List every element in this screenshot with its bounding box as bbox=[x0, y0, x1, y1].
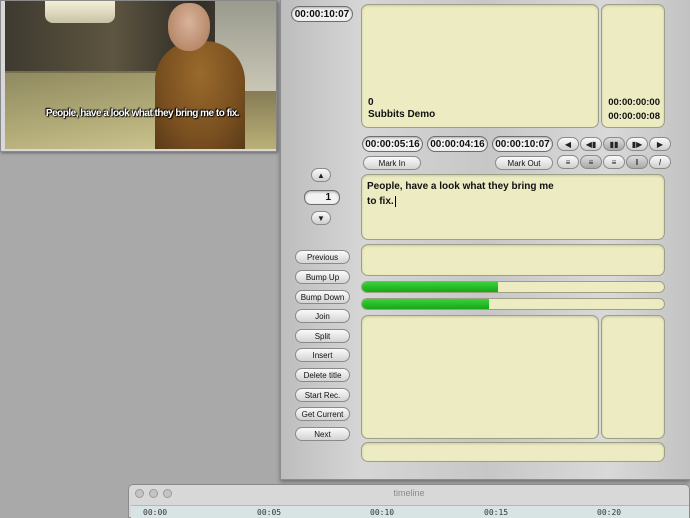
pause-icon[interactable]: ▮▮ bbox=[603, 137, 625, 151]
bottom-field[interactable] bbox=[361, 442, 665, 462]
counter-up-button[interactable]: ▲ bbox=[311, 168, 331, 182]
timeline-tick: 00:00 bbox=[143, 508, 168, 517]
timeline-ruler[interactable]: 00:00 00:05 00:10 00:15 00:20 bbox=[131, 505, 689, 518]
step-back-icon[interactable]: ◀▮ bbox=[580, 137, 602, 151]
rewind-icon[interactable]: ◀ bbox=[557, 137, 579, 151]
italic-icon[interactable]: I bbox=[649, 155, 671, 169]
project-title: Subbits Demo bbox=[368, 109, 436, 120]
get-current-button[interactable]: Get Current bbox=[295, 407, 350, 421]
list-box-left[interactable] bbox=[361, 315, 599, 439]
progress-bar-1 bbox=[361, 281, 665, 293]
timeline-tick: 00:05 bbox=[257, 508, 282, 517]
edit-text-line1: People, have a look what they bring me bbox=[367, 181, 554, 192]
progress-bar-2-fill bbox=[362, 299, 489, 309]
subtitle-editor-panel: 00:00:10:07 0 Subbits Demo 00:00:00:00 0… bbox=[280, 0, 690, 480]
counter-field[interactable]: 1 bbox=[304, 190, 340, 205]
time-info-box: 00:00:00:00 00:00:00:08 bbox=[601, 4, 665, 128]
video-person-body bbox=[155, 41, 245, 149]
video-subtitle: People, have a look what they bring me t… bbox=[45, 108, 240, 119]
previous-button[interactable]: Previous bbox=[295, 250, 350, 264]
play-icon[interactable]: ▶ bbox=[649, 137, 671, 151]
timeline-tick: 00:15 bbox=[484, 508, 509, 517]
timeline-tick: 00:20 bbox=[597, 508, 622, 517]
list-box-right[interactable] bbox=[601, 315, 665, 439]
align-center-icon[interactable]: ≡ bbox=[580, 155, 602, 169]
align-left-icon[interactable]: ≡ bbox=[557, 155, 579, 169]
subtitle-info-box: 0 Subbits Demo bbox=[361, 4, 599, 128]
progress-bar-2 bbox=[361, 298, 665, 310]
mark-in-button[interactable]: Mark In bbox=[363, 156, 421, 170]
text-caret bbox=[394, 196, 396, 207]
join-button[interactable]: Join bbox=[295, 309, 350, 323]
video-frame: People, have a look what they bring me t… bbox=[5, 1, 276, 149]
progress-bar-1-fill bbox=[362, 282, 498, 292]
duration-timecode[interactable]: 00:00:04:16 bbox=[427, 136, 488, 152]
start-rec-button[interactable]: Start Rec. bbox=[295, 388, 350, 402]
current-timecode: 00:00:10:07 bbox=[291, 6, 353, 22]
time-b: 00:00:00:08 bbox=[608, 111, 660, 122]
step-forward-icon[interactable]: ▮▶ bbox=[626, 137, 648, 151]
split-button[interactable]: Split bbox=[295, 329, 350, 343]
timeline-window: timeline 00:00 00:05 00:10 00:15 00:20 bbox=[128, 484, 690, 518]
in-timecode[interactable]: 00:00:05:16 bbox=[362, 136, 423, 152]
out-timecode[interactable]: 00:00:10:07 bbox=[492, 136, 553, 152]
timeline-tick: 00:10 bbox=[370, 508, 395, 517]
delete-title-button[interactable]: Delete title bbox=[295, 368, 350, 382]
video-person-head bbox=[168, 3, 210, 51]
secondary-field[interactable] bbox=[361, 244, 665, 276]
bump-down-button[interactable]: Bump Down bbox=[295, 290, 350, 304]
edit-text-line2: to fix. bbox=[367, 196, 396, 208]
next-button[interactable]: Next bbox=[295, 427, 350, 441]
insert-button[interactable]: Insert bbox=[295, 348, 350, 362]
bump-up-button[interactable]: Bump Up bbox=[295, 270, 350, 284]
time-a: 00:00:00:00 bbox=[608, 97, 660, 108]
counter-down-button[interactable]: ▼ bbox=[311, 211, 331, 225]
bold-icon[interactable]: I bbox=[626, 155, 648, 169]
video-window: People, have a look what they bring me t… bbox=[0, 0, 277, 152]
timeline-title: timeline bbox=[393, 488, 425, 498]
align-right-icon[interactable]: ≡ bbox=[603, 155, 625, 169]
subtitle-edit-area[interactable]: People, have a look what they bring me t… bbox=[361, 174, 665, 240]
subtitle-index: 0 bbox=[368, 97, 374, 108]
mark-out-button[interactable]: Mark Out bbox=[495, 156, 553, 170]
video-lamp bbox=[45, 1, 115, 23]
